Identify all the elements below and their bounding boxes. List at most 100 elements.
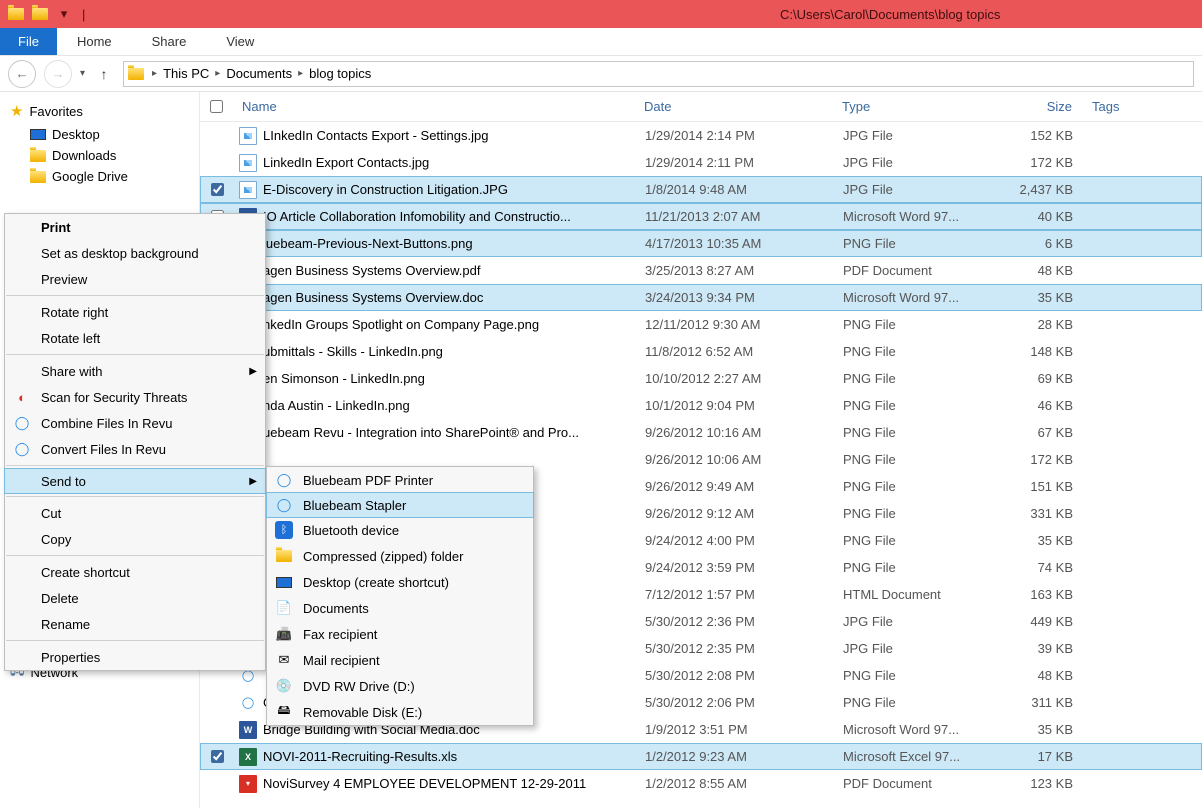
chevron-right-icon: ▶ bbox=[249, 366, 257, 377]
sendto-desktop[interactable]: Desktop (create shortcut) bbox=[267, 569, 533, 595]
file-name-cell: nda Austin - LinkedIn.png bbox=[239, 397, 645, 415]
file-date-cell: 10/1/2012 9:04 PM bbox=[645, 398, 843, 413]
quick-access-toolbar: ▾ | bbox=[0, 4, 89, 24]
mail-icon: ✉ bbox=[275, 651, 293, 669]
table-row[interactable]: E-Discovery in Construction Litigation.J… bbox=[200, 176, 1202, 203]
ctx-convert-revu[interactable]: ◯Convert Files In Revu bbox=[5, 436, 265, 462]
file-name-cell: LInkedIn Contacts Export - Settings.jpg bbox=[239, 127, 645, 145]
table-row[interactable]: nda Austin - LinkedIn.png10/1/2012 9:04 … bbox=[200, 392, 1202, 419]
table-row[interactable]: nkedIn Groups Spotlight on Company Page.… bbox=[200, 311, 1202, 338]
row-checkbox[interactable] bbox=[211, 183, 224, 196]
file-name-cell: LinkedIn Export Contacts.jpg bbox=[239, 154, 645, 172]
tab-view[interactable]: View bbox=[206, 28, 274, 55]
column-headers: Name Date Type Size Tags bbox=[200, 92, 1202, 122]
table-row[interactable]: LInkedIn Contacts Export - Settings.jpg1… bbox=[200, 122, 1202, 149]
breadcrumb-documents[interactable]: Documents bbox=[222, 66, 296, 81]
tab-share[interactable]: Share bbox=[132, 28, 207, 55]
file-date-cell: 1/9/2012 3:51 PM bbox=[645, 722, 843, 737]
breadcrumb-this-pc[interactable]: This PC bbox=[159, 66, 213, 81]
table-row[interactable]: luebeam-Previous-Next-Buttons.png4/17/20… bbox=[200, 230, 1202, 257]
table-row[interactable]: en Simonson - LinkedIn.png10/10/2012 2:2… bbox=[200, 365, 1202, 392]
table-row[interactable]: IO Article Collaboration Infomobility an… bbox=[200, 203, 1202, 230]
file-size-cell: 39 KB bbox=[991, 641, 1083, 656]
sendto-bluebeam-stapler[interactable]: ◯Bluebeam Stapler bbox=[266, 492, 534, 518]
file-type-cell: JPG File bbox=[843, 155, 991, 170]
sendto-dvd[interactable]: 💿DVD RW Drive (D:) bbox=[267, 673, 533, 699]
column-checkbox[interactable] bbox=[210, 100, 238, 113]
nav-forward-button[interactable]: → bbox=[44, 60, 72, 88]
nav-up-button[interactable]: ↑ bbox=[93, 63, 115, 85]
ctx-rotate-right[interactable]: Rotate right bbox=[5, 299, 265, 325]
ctx-preview[interactable]: Preview bbox=[5, 266, 265, 292]
file-type-cell: PNG File bbox=[843, 344, 991, 359]
breadcrumb-blog-topics[interactable]: blog topics bbox=[305, 66, 375, 81]
chevron-right-icon[interactable]: ▸ bbox=[152, 68, 157, 79]
ctx-label: Compressed (zipped) folder bbox=[303, 549, 463, 564]
sendto-mail[interactable]: ✉Mail recipient bbox=[267, 647, 533, 673]
ctx-combine-revu[interactable]: ◯ Combine Files In Revu bbox=[5, 410, 265, 436]
chevron-right-icon[interactable]: ▸ bbox=[298, 68, 303, 79]
tab-home[interactable]: Home bbox=[57, 28, 132, 55]
sidebar-item-google-drive[interactable]: Google Drive bbox=[0, 166, 199, 187]
address-bar[interactable]: ▸ This PC ▸ Documents ▸ blog topics bbox=[123, 61, 1194, 87]
ctx-delete[interactable]: Delete bbox=[5, 585, 265, 611]
row-checkbox[interactable] bbox=[211, 750, 224, 763]
sendto-zip[interactable]: Compressed (zipped) folder bbox=[267, 543, 533, 569]
ctx-create-shortcut[interactable]: Create shortcut bbox=[5, 559, 265, 585]
qat-dropdown-icon[interactable]: ▾ bbox=[54, 4, 74, 24]
file-size-cell: 123 KB bbox=[991, 776, 1083, 791]
ctx-properties[interactable]: Properties bbox=[5, 644, 265, 670]
sidebar-favorites[interactable]: ★Favorites bbox=[0, 98, 199, 124]
tab-file[interactable]: File bbox=[0, 28, 57, 55]
ctx-print[interactable]: Print bbox=[5, 214, 265, 240]
select-all-checkbox[interactable] bbox=[210, 100, 223, 113]
ctx-cut[interactable]: Cut bbox=[5, 500, 265, 526]
column-date[interactable]: Date bbox=[644, 99, 842, 114]
chevron-right-icon[interactable]: ▸ bbox=[215, 68, 220, 79]
ctx-copy[interactable]: Copy bbox=[5, 526, 265, 552]
file-name-label: E-Discovery in Construction Litigation.J… bbox=[263, 182, 508, 197]
column-name[interactable]: Name bbox=[238, 99, 644, 114]
table-row[interactable]: agen Business Systems Overview.doc3/24/2… bbox=[200, 284, 1202, 311]
ctx-label: Combine Files In Revu bbox=[41, 416, 173, 431]
file-type-cell: PNG File bbox=[843, 695, 991, 710]
sendto-bluebeam-pdf[interactable]: ◯Bluebeam PDF Printer bbox=[267, 467, 533, 493]
ctx-set-background[interactable]: Set as desktop background bbox=[5, 240, 265, 266]
table-row[interactable]: NOVI-2011-Recruiting-Results.xls1/2/2012… bbox=[200, 743, 1202, 770]
sendto-fax[interactable]: 📠Fax recipient bbox=[267, 621, 533, 647]
column-type[interactable]: Type bbox=[842, 99, 990, 114]
file-size-cell: 48 KB bbox=[991, 263, 1083, 278]
file-type-cell: JPG File bbox=[843, 614, 991, 629]
revu-file-icon bbox=[239, 694, 257, 712]
ctx-scan-threats[interactable]: ◐Scan for Security Threats bbox=[5, 384, 265, 410]
table-row[interactable]: LinkedIn Export Contacts.jpg1/29/2014 2:… bbox=[200, 149, 1202, 176]
folder-icon bbox=[128, 68, 144, 80]
nav-history-dropdown[interactable]: ▾ bbox=[80, 68, 85, 79]
table-row[interactable]: agen Business Systems Overview.pdf3/25/2… bbox=[200, 257, 1202, 284]
revu-icon: ◯ bbox=[13, 414, 31, 432]
table-row[interactable]: NoviSurvey 4 EMPLOYEE DEVELOPMENT 12-29-… bbox=[200, 770, 1202, 797]
sidebar-item-desktop[interactable]: Desktop bbox=[0, 124, 199, 145]
file-date-cell: 10/10/2012 2:27 AM bbox=[645, 371, 843, 386]
file-size-cell: 151 KB bbox=[991, 479, 1083, 494]
column-tags[interactable]: Tags bbox=[1082, 99, 1202, 114]
ctx-rename[interactable]: Rename bbox=[5, 611, 265, 637]
ctx-share-with[interactable]: Share with▶ bbox=[5, 358, 265, 384]
file-name-label: nkedIn Groups Spotlight on Company Page.… bbox=[263, 317, 539, 332]
table-row[interactable]: ubmittals - Skills - LinkedIn.png11/8/20… bbox=[200, 338, 1202, 365]
sidebar-label: Desktop bbox=[52, 127, 100, 142]
nav-back-button[interactable]: ← bbox=[8, 60, 36, 88]
table-row[interactable]: uebeam Revu - Integration into SharePoin… bbox=[200, 419, 1202, 446]
sendto-removable[interactable]: 🖴Removable Disk (E:) bbox=[267, 699, 533, 725]
sendto-bluetooth[interactable]: ᛒBluetooth device bbox=[267, 517, 533, 543]
file-size-cell: 35 KB bbox=[991, 722, 1083, 737]
ctx-send-to[interactable]: Send to▶ bbox=[4, 468, 266, 494]
sendto-documents[interactable]: 📄Documents bbox=[267, 595, 533, 621]
column-size[interactable]: Size bbox=[990, 99, 1082, 114]
file-size-cell: 74 KB bbox=[991, 560, 1083, 575]
revu-icon: ◯ bbox=[275, 496, 293, 514]
folder-icon bbox=[30, 4, 50, 24]
file-type-cell: PNG File bbox=[843, 668, 991, 683]
ctx-rotate-left[interactable]: Rotate left bbox=[5, 325, 265, 351]
sidebar-item-downloads[interactable]: Downloads bbox=[0, 145, 199, 166]
